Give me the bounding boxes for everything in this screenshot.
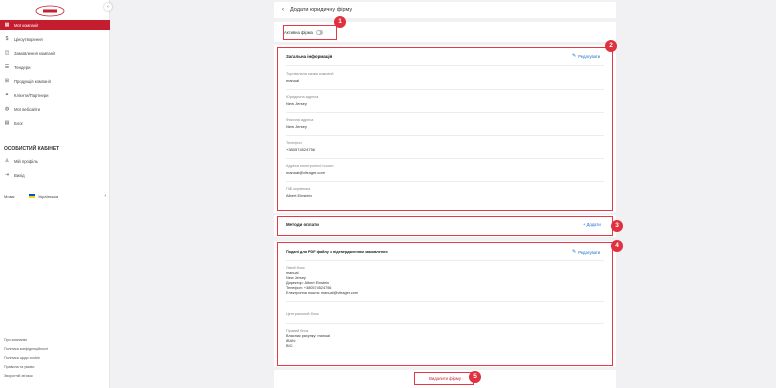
chevron-right-icon: › — [104, 193, 106, 199]
annotation-badge-2: 2 — [605, 40, 617, 52]
annotation-badge-1: 1 — [334, 16, 346, 28]
sidebar-item-label: Мій профіль — [14, 158, 38, 164]
sidebar-item-label: Тендери — [14, 64, 31, 70]
sidebar-item-tenders[interactable]: ☰ Тендери — [0, 62, 110, 72]
bag-icon: ◫ — [4, 50, 10, 56]
news-icon: ▤ — [4, 120, 10, 126]
sidebar-item-label: Мої компанії — [14, 22, 39, 28]
page-header: ‹ Додати юридичну фірму — [274, 2, 616, 18]
list-icon: ☰ — [4, 64, 10, 70]
sidebar-item-label: Вихід — [14, 172, 25, 178]
sidebar-item-logout[interactable]: ⇥ Вихід — [0, 170, 110, 180]
annotation-box-4 — [277, 242, 613, 366]
globe-icon: ◍ — [4, 106, 10, 112]
sidebar: ‹ ▦ Мої компанії $ Ціноутворення ◫ Замов… — [0, 0, 112, 388]
sidebar-item-my-profile[interactable]: ♙ Мій профіль — [0, 156, 110, 166]
footer-link-privacy[interactable]: Політика конфіденційності — [4, 347, 48, 351]
sidebar-item-my-companies[interactable]: ▦ Мої компанії — [0, 20, 110, 30]
sidebar-item-company-products[interactable]: ⊞ Продукція компанії — [0, 76, 110, 86]
dollar-icon: $ — [5, 36, 9, 42]
annotation-box-5 — [414, 372, 474, 385]
sidebar-item-blog[interactable]: ▤ Блог — [0, 118, 110, 128]
logout-icon: ⇥ — [4, 172, 10, 178]
sidebar-item-my-websites[interactable]: ◍ Мої вебсайти — [0, 104, 110, 114]
cabinet-title: ОСОБИСТИЙ КАБІНЕТ — [4, 146, 60, 152]
user-icon: ♙ — [4, 158, 10, 164]
footer-link-terms[interactable]: Правила та умови — [4, 365, 34, 369]
ukraine-flag-icon — [29, 194, 36, 198]
sidebar-item-clients-partners[interactable]: ⚭ Клієнти/Партнери — [0, 90, 110, 100]
sidebar-item-label: Замовлення компанії — [14, 50, 56, 56]
language-selector[interactable]: Мова: Українська › — [4, 192, 106, 200]
grid-icon: ⊞ — [4, 78, 10, 84]
sidebar-item-label: Продукція компанії — [14, 78, 51, 84]
annotation-badge-4: 4 — [611, 240, 623, 252]
language-label: Мова: — [4, 193, 16, 199]
annotation-box-1 — [283, 25, 337, 40]
sidebar-item-label: Блог — [14, 120, 24, 126]
vitrager-logo[interactable] — [28, 4, 72, 18]
chevron-left-icon[interactable]: ‹ — [104, 3, 112, 11]
footer-link-feedback[interactable]: Зворотній зв'язок — [4, 374, 33, 378]
back-arrow-icon[interactable]: ‹ — [282, 7, 284, 13]
language-value: Українська — [38, 193, 59, 199]
footer-link-about[interactable]: Про компанію — [4, 338, 27, 342]
page-title: Додати юридичну фірму — [290, 7, 353, 13]
sidebar-item-pricing[interactable]: $ Ціноутворення — [0, 34, 110, 44]
sidebar-item-company-orders[interactable]: ◫ Замовлення компанії — [0, 48, 110, 58]
footer-link-cookie[interactable]: Політика щодо cookie — [4, 356, 40, 360]
annotation-badge-5: 5 — [469, 371, 481, 383]
handshake-icon: ⚭ — [4, 92, 10, 98]
building-icon: ▦ — [4, 22, 10, 28]
main-content: ‹ Додати юридичну фірму Активна фірма 1 … — [274, 0, 623, 388]
sidebar-item-label: Ціноутворення — [14, 36, 43, 42]
annotation-box-2 — [277, 47, 613, 211]
annotation-box-3 — [277, 216, 613, 236]
annotation-badge-3: 3 — [611, 220, 623, 232]
sidebar-item-label: Клієнти/Партнери — [14, 92, 49, 98]
sidebar-item-label: Мої вебсайти — [14, 106, 41, 112]
